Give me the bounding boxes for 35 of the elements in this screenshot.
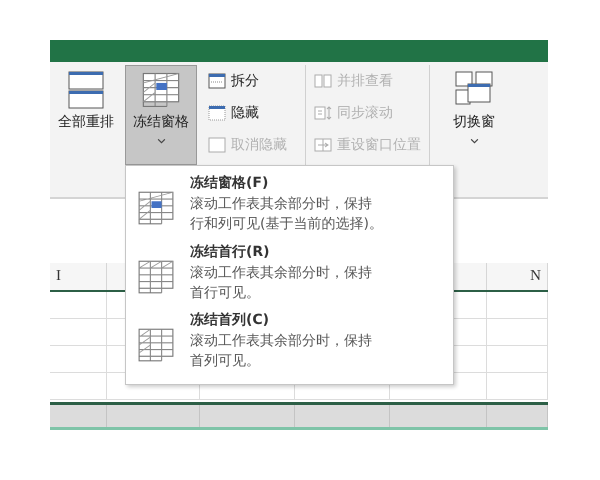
table-cell[interactable]: [487, 373, 548, 400]
menu-item-description: 滚动工作表其余部分时，保持首列可见。: [190, 332, 373, 372]
table-cell[interactable]: [50, 373, 107, 400]
table-cell[interactable]: [50, 346, 107, 373]
menu-item-title: 冻结窗格(F): [190, 174, 270, 192]
freeze-first-column-icon: [136, 327, 176, 364]
column-header[interactable]: N: [487, 263, 548, 290]
table-cell[interactable]: [487, 346, 548, 373]
table-cell[interactable]: [50, 292, 107, 319]
table-cell[interactable]: [50, 319, 107, 346]
ribbon-button[interactable]: 切换窗: [438, 65, 510, 165]
ribbon-button[interactable]: 拆分: [208, 69, 287, 93]
menu-item-title: 冻结首行(R): [190, 242, 271, 261]
table-cell[interactable]: [487, 292, 548, 319]
menu-item[interactable]: 冻结首行(R) 滚动工作表其余部分时，保持首行可见。: [126, 240, 453, 306]
window-icon: [208, 137, 226, 153]
menu-item-title: 冻结首列(C): [190, 311, 270, 330]
split-icon: [208, 73, 226, 89]
freeze-panes-icon: [141, 70, 181, 110]
freeze-top-row-icon: [136, 258, 176, 295]
menu-item[interactable]: 冻结窗格(F) 滚动工作表其余部分时，保持行和列可见(基于当前的选择)。: [126, 172, 453, 237]
ribbon-button[interactable]: 全部重排: [50, 65, 122, 165]
arrange-windows-icon: [66, 70, 106, 110]
ribbon-button[interactable]: 冻结窗格: [125, 65, 197, 165]
menu-item[interactable]: 冻结首列(C) 滚动工作表其余部分时，保持首列可见。: [126, 309, 453, 374]
freeze-panes-icon: [136, 190, 176, 226]
menu-item-description: 滚动工作表其余部分时，保持行和列可见(基于当前的选择)。: [190, 195, 384, 234]
hide-window-icon: [208, 105, 226, 121]
menu-item-description: 滚动工作表其余部分时，保持首行可见。: [190, 264, 373, 303]
side-by-side-icon: [314, 73, 332, 89]
table-cell[interactable]: [487, 319, 548, 346]
sync-scroll-icon: [314, 105, 332, 121]
ribbon-button[interactable]: 隐藏: [208, 101, 287, 125]
column-header[interactable]: I: [50, 263, 107, 290]
reset-window-icon: [314, 137, 332, 153]
